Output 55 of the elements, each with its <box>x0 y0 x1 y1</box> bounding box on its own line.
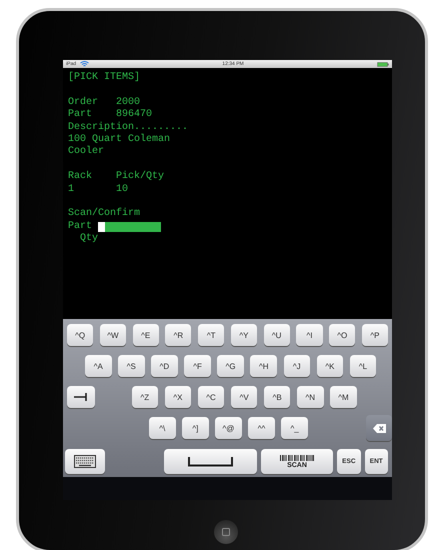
space-bar-icon <box>188 456 233 466</box>
keyboard-key[interactable]: ^R <box>165 324 192 346</box>
terminal-text: 100 Quart Coleman <box>68 134 170 146</box>
terminal-text: Scan/Confirm <box>68 208 140 221</box>
field-label: Part <box>68 220 94 233</box>
barcode-icon <box>280 454 314 460</box>
keyboard-key[interactable]: ^T <box>198 324 224 346</box>
keyboard-key[interactable]: ^S <box>118 355 145 377</box>
backspace-key[interactable] <box>366 415 392 441</box>
keyboard-key[interactable]: ^I <box>296 324 323 346</box>
keyboard-key[interactable]: ^@ <box>215 417 242 439</box>
keyboard-key[interactable]: ^] <box>182 417 209 439</box>
space-key[interactable] <box>164 449 257 474</box>
keyboard-key[interactable]: ^C <box>198 386 224 408</box>
terminal-text: [PICK ITEMS] <box>68 72 140 84</box>
keyboard-key[interactable]: ^D <box>151 355 178 377</box>
keyboard-key[interactable]: ^V <box>230 386 258 408</box>
keyboard-key[interactable]: ^H <box>250 355 277 377</box>
keyboard-key[interactable]: ^U <box>264 324 290 346</box>
home-button[interactable] <box>214 520 238 544</box>
terminal-text: Description......... <box>68 122 188 134</box>
keyboard-key[interactable]: ^N <box>297 386 324 408</box>
backspace-icon <box>372 424 386 432</box>
keyboard-key[interactable]: ^W <box>100 324 126 346</box>
terminal-text: Part 896470 <box>68 109 152 122</box>
terminal-text: Rack Pick/Qty <box>68 171 164 184</box>
keyboard-key[interactable]: ^\ <box>149 417 176 439</box>
terminal-text: Cooler <box>68 146 104 159</box>
battery-icon <box>376 62 389 66</box>
tab-key[interactable] <box>67 386 95 408</box>
wifi-icon <box>80 61 90 67</box>
keyboard-key[interactable]: ^P <box>362 324 388 346</box>
keyboard-key[interactable]: ^E <box>132 324 159 346</box>
keyboard-key[interactable]: ^X <box>164 386 192 408</box>
keyboard-key[interactable]: ^F <box>184 355 211 377</box>
keyboard-key[interactable]: ^^ <box>248 417 275 439</box>
keyboard-icon <box>74 455 96 468</box>
keyboard-key[interactable]: ^G <box>217 355 244 377</box>
keyboard-key[interactable]: ^L <box>350 355 376 377</box>
keyboard-key[interactable]: ^O <box>329 324 356 346</box>
keyboard-key[interactable]: ^J <box>284 355 310 377</box>
terminal-text: 1 10 <box>68 184 128 196</box>
terminal-text: Qty <box>79 233 98 246</box>
keyboard-key[interactable]: ^Z <box>132 386 158 408</box>
keyboard-key[interactable]: ^B <box>264 386 290 408</box>
keyboard-key[interactable]: ^K <box>316 355 344 377</box>
tab-key-icon <box>74 393 88 401</box>
keyboard-key[interactable]: ^A <box>85 355 112 377</box>
part-input-field[interactable] <box>98 222 162 232</box>
keyboard-key[interactable]: ^Q <box>67 324 94 346</box>
keyboard-key[interactable]: ^Y <box>230 324 257 346</box>
keyboard-key[interactable]: ^_ <box>281 417 308 439</box>
hide-keyboard-key[interactable] <box>65 449 106 474</box>
keyboard-key[interactable]: ^M <box>330 386 357 408</box>
terminal-text: Order 2000 <box>68 96 140 109</box>
